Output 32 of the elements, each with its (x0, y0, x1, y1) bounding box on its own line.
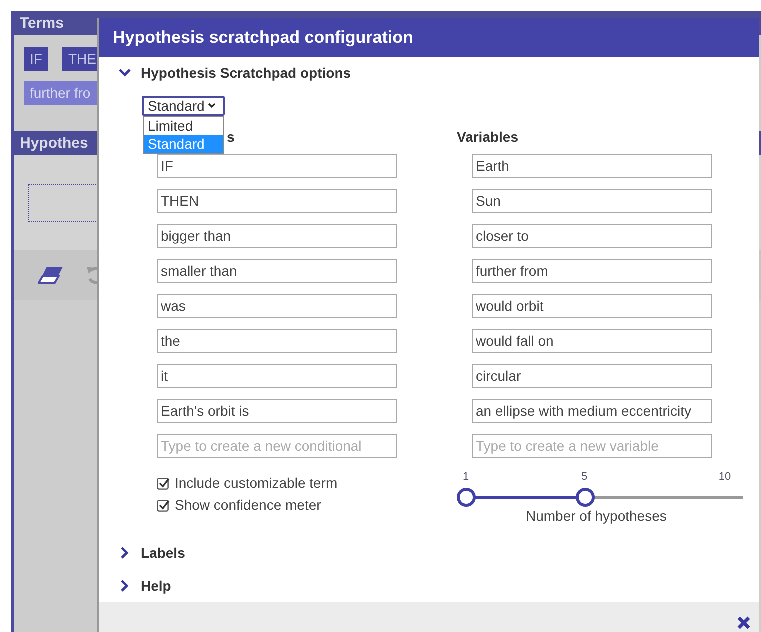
input-field[interactable]: further from (472, 259, 712, 283)
input-field[interactable]: an ellipse with medium eccentricity (472, 399, 712, 423)
section-title[interactable]: Hypothesis Scratchpad options (141, 65, 352, 81)
input-field[interactable]: Earth (472, 154, 712, 178)
dialog-title: Hypothesis scratchpad configuration (99, 18, 759, 57)
input-field[interactable]: would orbit (472, 294, 712, 318)
input-field[interactable]: Sun (472, 189, 712, 213)
column-heading: Variables (457, 129, 520, 147)
input-field[interactable]: was (157, 294, 397, 318)
checkbox-label: Show confidence meter (175, 497, 322, 513)
section-title[interactable]: Help (141, 578, 172, 594)
input-field[interactable]: IF (157, 154, 397, 178)
tick-label: 1 (462, 471, 470, 483)
input-field[interactable]: THEN (157, 189, 397, 213)
input-field[interactable]: would fall on (472, 329, 712, 353)
input-field[interactable]: the (157, 329, 397, 353)
input-field[interactable]: Type to create a new variable (472, 434, 712, 458)
input-field[interactable]: Type to create a new conditional (157, 434, 397, 458)
tick-label: 5 (581, 471, 588, 483)
mode-select[interactable]: Standard (142, 96, 225, 116)
checkbox-label: Include customizable term (175, 475, 338, 491)
input-field[interactable]: smaller than (157, 259, 397, 283)
column-heading: s (227, 129, 236, 147)
input-field[interactable]: it (157, 364, 397, 388)
tick-label: 10 (718, 471, 732, 483)
term-tile[interactable]: IF (24, 47, 48, 71)
input-field[interactable]: circular (472, 364, 712, 388)
slider-label: Number of hypotheses (526, 508, 667, 524)
input-field[interactable]: bigger than (157, 224, 397, 248)
input-field[interactable]: closer to (472, 224, 712, 248)
input-field[interactable]: Earth's orbit is (157, 399, 397, 423)
section-title[interactable]: Labels (141, 545, 186, 561)
